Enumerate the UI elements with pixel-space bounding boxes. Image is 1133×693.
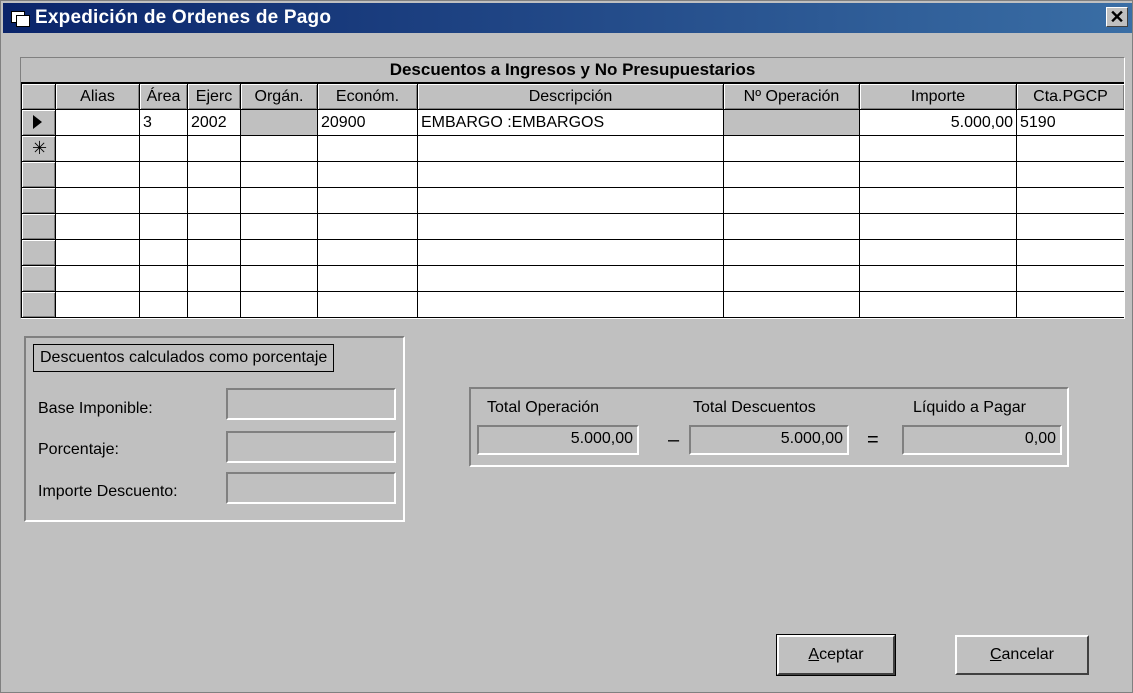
empty-cell[interactable] bbox=[859, 135, 1017, 162]
empty-cell[interactable] bbox=[55, 135, 140, 162]
cell-operacion[interactable] bbox=[723, 109, 860, 136]
minus-sign: – bbox=[668, 429, 680, 451]
column-header-importe[interactable]: Importe bbox=[859, 83, 1017, 110]
cell-alias[interactable] bbox=[55, 109, 140, 136]
column-header-organ[interactable]: Orgán. bbox=[240, 83, 318, 110]
column-header-selector[interactable] bbox=[21, 83, 56, 110]
grid-table: Alias Área Ejerc Orgán. Económ. Descripc… bbox=[21, 83, 1124, 318]
percent-discount-group: Descuentos calculados como porcentaje Ba… bbox=[24, 336, 405, 522]
base-imponible-label: Base Imponible: bbox=[38, 400, 153, 417]
cancel-label: ancelar bbox=[1001, 646, 1055, 663]
empty-row bbox=[21, 265, 1124, 292]
totals-group: Total Operación 5.000,00 – Total Descuen… bbox=[469, 387, 1069, 467]
close-button[interactable]: ✕ bbox=[1106, 7, 1128, 27]
cancel-mnemonic: C bbox=[989, 646, 1002, 663]
table-row[interactable]: 3 2002 20900 EMBARGO :EMBARGOS 5.000,00 … bbox=[21, 109, 1124, 136]
row-selector[interactable]: ✳ bbox=[21, 135, 56, 162]
empty-cell[interactable] bbox=[317, 135, 418, 162]
discounts-grid[interactable]: Descuentos a Ingresos y No Presupuestari… bbox=[20, 57, 1125, 319]
row-selector[interactable] bbox=[21, 213, 56, 240]
empty-row bbox=[21, 291, 1124, 318]
importe-descuento-label: Importe Descuento: bbox=[38, 483, 178, 500]
row-selector[interactable] bbox=[21, 265, 56, 292]
base-imponible-field[interactable] bbox=[226, 388, 396, 420]
cell-cta[interactable]: 5190 bbox=[1016, 109, 1124, 136]
empty-row bbox=[21, 161, 1124, 188]
grid-header-row: Alias Área Ejerc Orgán. Económ. Descripc… bbox=[21, 83, 1124, 110]
empty-row bbox=[21, 187, 1124, 214]
column-header-ejerc[interactable]: Ejerc bbox=[187, 83, 241, 110]
grid-caption: Descuentos a Ingresos y No Presupuestari… bbox=[21, 58, 1124, 83]
empty-row bbox=[21, 213, 1124, 240]
close-icon: ✕ bbox=[1109, 7, 1125, 27]
new-row[interactable]: ✳ bbox=[21, 135, 1124, 162]
empty-cell[interactable] bbox=[187, 135, 241, 162]
accept-label: ceptar bbox=[819, 646, 864, 663]
cell-organ[interactable] bbox=[240, 109, 318, 136]
column-header-alias[interactable]: Alias bbox=[55, 83, 140, 110]
cell-importe[interactable]: 5.000,00 bbox=[859, 109, 1017, 136]
window-title: Expedición de Ordenes de Pago bbox=[35, 7, 332, 28]
cell-ejerc[interactable]: 2002 bbox=[187, 109, 241, 136]
cell-econom[interactable]: 20900 bbox=[317, 109, 418, 136]
empty-row bbox=[21, 239, 1124, 266]
cancel-button[interactable]: Cancelar bbox=[955, 635, 1089, 675]
liquido-pagar-field[interactable]: 0,00 bbox=[902, 425, 1062, 455]
title-bar: Expedición de Ordenes de Pago ✕ bbox=[3, 3, 1132, 33]
row-selector[interactable] bbox=[21, 291, 56, 318]
empty-cell[interactable] bbox=[240, 135, 318, 162]
row-selector[interactable] bbox=[21, 161, 56, 188]
cell-area[interactable]: 3 bbox=[139, 109, 188, 136]
liquido-pagar-label: Líquido a Pagar bbox=[913, 399, 1026, 416]
column-header-econom[interactable]: Económ. bbox=[317, 83, 418, 110]
column-header-cta[interactable]: Cta.PGCP bbox=[1016, 83, 1124, 110]
equals-sign: = bbox=[867, 429, 879, 451]
cell-descripcion[interactable]: EMBARGO :EMBARGOS bbox=[417, 109, 724, 136]
row-selector[interactable] bbox=[21, 239, 56, 266]
empty-cell[interactable] bbox=[139, 135, 188, 162]
percent-discount-title: Descuentos calculados como porcentaje bbox=[33, 344, 335, 372]
total-operacion-label: Total Operación bbox=[487, 399, 600, 416]
total-descuentos-field[interactable]: 5.000,00 bbox=[689, 425, 849, 455]
total-descuentos-label: Total Descuentos bbox=[693, 399, 816, 416]
column-header-area[interactable]: Área bbox=[139, 83, 188, 110]
empty-cell[interactable] bbox=[1016, 135, 1124, 162]
total-operacion-field[interactable]: 5.000,00 bbox=[477, 425, 639, 455]
porcentaje-field[interactable] bbox=[226, 431, 396, 463]
app-icon bbox=[11, 10, 30, 27]
column-header-descripcion[interactable]: Descripción bbox=[417, 83, 724, 110]
row-selector[interactable] bbox=[21, 109, 56, 136]
window: Expedición de Ordenes de Pago ✕ Descuent… bbox=[0, 0, 1133, 693]
current-row-arrow-icon bbox=[33, 115, 42, 130]
empty-cell[interactable] bbox=[417, 135, 724, 162]
accept-mnemonic: A bbox=[808, 646, 820, 663]
empty-cell[interactable] bbox=[723, 135, 860, 162]
new-row-asterisk-icon: ✳ bbox=[32, 137, 48, 158]
accept-button[interactable]: Aceptar bbox=[776, 634, 896, 676]
column-header-operacion[interactable]: Nº Operación bbox=[723, 83, 860, 110]
importe-descuento-field[interactable] bbox=[226, 472, 396, 504]
row-selector[interactable] bbox=[21, 187, 56, 214]
porcentaje-label: Porcentaje: bbox=[38, 441, 119, 458]
